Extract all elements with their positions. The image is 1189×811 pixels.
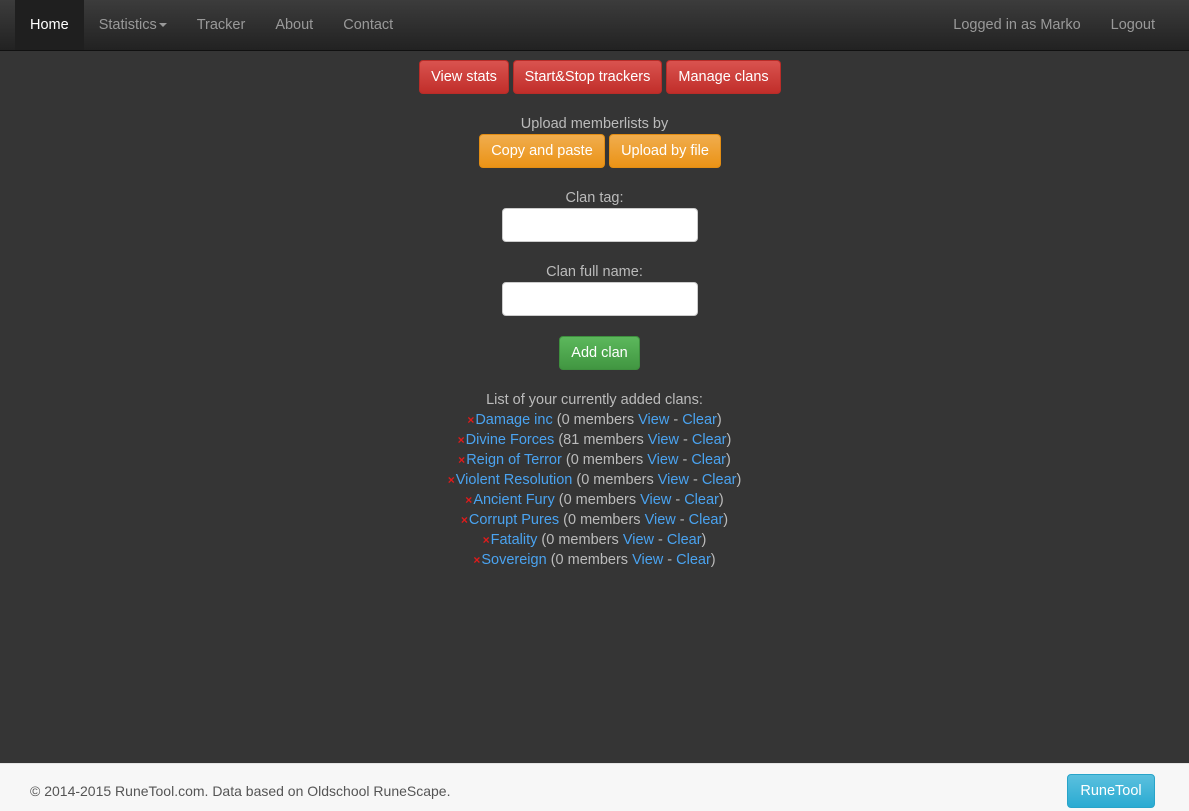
- clear-link[interactable]: Clear: [702, 472, 737, 488]
- manage-clans-button[interactable]: Manage clans: [666, 60, 781, 94]
- member-count: (0 members: [550, 552, 629, 568]
- clan-name-link[interactable]: Violent Resolution: [456, 472, 573, 488]
- start-stop-trackers-button[interactable]: Start&Stop trackers: [513, 60, 662, 94]
- view-link[interactable]: View: [647, 452, 678, 468]
- remove-icon[interactable]: ×: [473, 553, 480, 567]
- separator: -: [678, 432, 692, 448]
- member-count: (0 members: [556, 412, 635, 428]
- copy-paste-button[interactable]: Copy and paste: [479, 134, 605, 168]
- clear-link[interactable]: Clear: [667, 532, 702, 548]
- view-link[interactable]: View: [623, 532, 654, 548]
- close-paren: ): [726, 432, 732, 448]
- logged-in-user[interactable]: Logged in as Marko: [938, 0, 1095, 50]
- remove-icon[interactable]: ×: [458, 433, 465, 447]
- clan-tag-input[interactable]: [502, 208, 698, 242]
- upload-by-file-button[interactable]: Upload by file: [609, 134, 721, 168]
- clan-name-link[interactable]: Damage inc: [475, 412, 552, 428]
- clan-full-name-label: Clan full name:: [546, 264, 643, 280]
- member-count: (81 members: [558, 432, 644, 448]
- clear-link[interactable]: Clear: [691, 452, 726, 468]
- logout-link[interactable]: Logout: [1096, 0, 1170, 50]
- separator: -: [671, 492, 685, 508]
- view-link[interactable]: View: [648, 432, 679, 448]
- close-paren: ): [718, 492, 724, 508]
- clan-row: ×Damage inc (0 members View - Clear): [0, 410, 1189, 430]
- remove-icon[interactable]: ×: [483, 533, 490, 547]
- remove-icon[interactable]: ×: [448, 473, 455, 487]
- member-count: (0 members: [565, 452, 644, 468]
- nav-home[interactable]: Home: [15, 0, 84, 50]
- caret-down-icon: [158, 23, 167, 28]
- clan-full-name-input[interactable]: [502, 282, 698, 316]
- nav-statistics-label: Statistics: [98, 17, 157, 33]
- clear-link[interactable]: Clear: [682, 412, 717, 428]
- nav-about[interactable]: About: [260, 0, 328, 50]
- separator: -: [678, 452, 692, 468]
- clan-row: ×Ancient Fury (0 members View - Clear): [0, 490, 1189, 510]
- member-count: (0 members: [576, 472, 654, 488]
- view-link[interactable]: View: [632, 552, 663, 568]
- separator: -: [669, 412, 683, 428]
- clan-row: ×Divine Forces (81 members View - Clear): [0, 430, 1189, 450]
- close-paren: ): [710, 552, 716, 568]
- close-paren: ): [723, 512, 729, 528]
- remove-icon[interactable]: ×: [461, 513, 468, 527]
- clan-name-link[interactable]: Divine Forces: [466, 432, 555, 448]
- add-clan-button[interactable]: Add clan: [559, 336, 640, 370]
- view-link[interactable]: View: [658, 472, 689, 488]
- clan-row: ×Sovereign (0 members View - Clear): [0, 550, 1189, 570]
- clan-name-link[interactable]: Corrupt Pures: [469, 512, 559, 528]
- member-count: (0 members: [563, 512, 641, 528]
- remove-icon[interactable]: ×: [458, 453, 465, 467]
- clan-row: ×Reign of Terror (0 members View - Clear…: [0, 450, 1189, 470]
- clan-list-heading: List of your currently added clans:: [486, 392, 703, 408]
- clear-link[interactable]: Clear: [692, 432, 727, 448]
- separator: -: [675, 512, 689, 528]
- clan-row: ×Fatality (0 members View - Clear): [0, 530, 1189, 550]
- member-count: (0 members: [541, 532, 619, 548]
- clan-name-link[interactable]: Reign of Terror: [466, 452, 562, 468]
- close-paren: ): [701, 532, 707, 548]
- nav-right: Logged in as Marko Logout: [938, 0, 1170, 50]
- close-paren: ): [725, 452, 731, 468]
- separator: -: [688, 472, 702, 488]
- clear-link[interactable]: Clear: [689, 512, 724, 528]
- remove-icon[interactable]: ×: [465, 493, 472, 507]
- view-link[interactable]: View: [638, 412, 669, 428]
- clan-name-link[interactable]: Ancient Fury: [473, 492, 554, 508]
- nav-tracker[interactable]: Tracker: [182, 0, 261, 50]
- clan-row: ×Corrupt Pures (0 members View - Clear): [0, 510, 1189, 530]
- view-link[interactable]: View: [640, 492, 671, 508]
- close-paren: ): [716, 412, 722, 428]
- separator: -: [663, 552, 677, 568]
- view-stats-button[interactable]: View stats: [419, 60, 509, 94]
- nav-left: Home Statistics Tracker About Contact: [15, 0, 408, 50]
- view-link[interactable]: View: [645, 512, 676, 528]
- clan-list: List of your currently added clans: ×Dam…: [0, 390, 1189, 570]
- nav-statistics-dropdown[interactable]: Statistics: [84, 0, 182, 50]
- clan-row: ×Violent Resolution (0 members View - Cl…: [0, 470, 1189, 490]
- footer-copyright: © 2014-2015 RuneTool.com. Data based on …: [30, 783, 451, 799]
- runetool-brand-button[interactable]: RuneTool: [1067, 774, 1155, 808]
- navbar: Home Statistics Tracker About Contact Lo…: [0, 0, 1189, 51]
- clear-link[interactable]: Clear: [684, 492, 719, 508]
- clan-name-link[interactable]: Fatality: [491, 532, 538, 548]
- clan-name-link[interactable]: Sovereign: [481, 552, 546, 568]
- member-count: (0 members: [558, 492, 637, 508]
- clan-tag-label: Clan tag:: [565, 190, 624, 206]
- footer: © 2014-2015 RuneTool.com. Data based on …: [0, 763, 1189, 811]
- separator: -: [653, 532, 667, 548]
- close-paren: ): [736, 472, 742, 488]
- remove-icon[interactable]: ×: [467, 413, 474, 427]
- clear-link[interactable]: Clear: [676, 552, 711, 568]
- upload-heading: Upload memberlists by: [520, 116, 669, 132]
- nav-contact[interactable]: Contact: [328, 0, 408, 50]
